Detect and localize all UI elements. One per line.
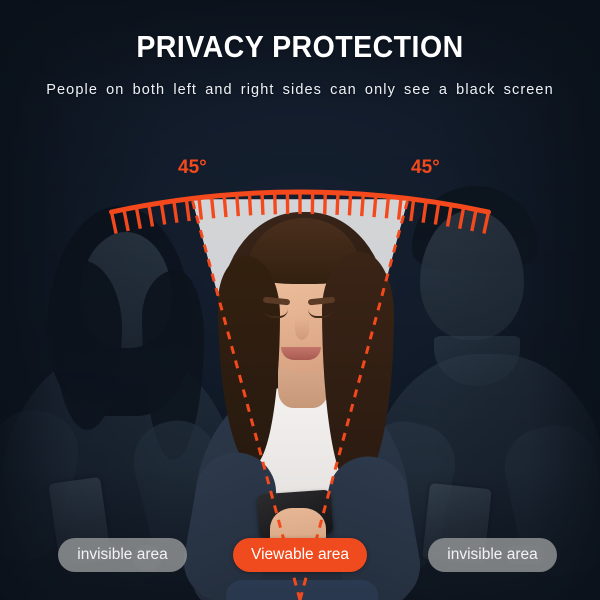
legend: invisible area Viewable area invisible a… <box>0 538 600 572</box>
center-person-nose <box>295 318 309 340</box>
angle-label-right: 45° <box>411 157 440 178</box>
angle-label-left: 45° <box>178 157 207 178</box>
page-title: PRIVACY PROTECTION <box>136 29 464 64</box>
center-person-jeans <box>226 580 378 600</box>
privacy-protection-infographic: PRIVACY PROTECTION People on both left a… <box>0 0 600 600</box>
legend-badge-invisible-left: invisible area <box>58 538 187 572</box>
header: PRIVACY PROTECTION People on both left a… <box>0 0 600 98</box>
page-subtitle: People on both left and right sides can … <box>46 82 554 98</box>
legend-badge-viewable: Viewable area <box>233 538 367 572</box>
legend-badge-invisible-right: invisible area <box>428 538 557 572</box>
